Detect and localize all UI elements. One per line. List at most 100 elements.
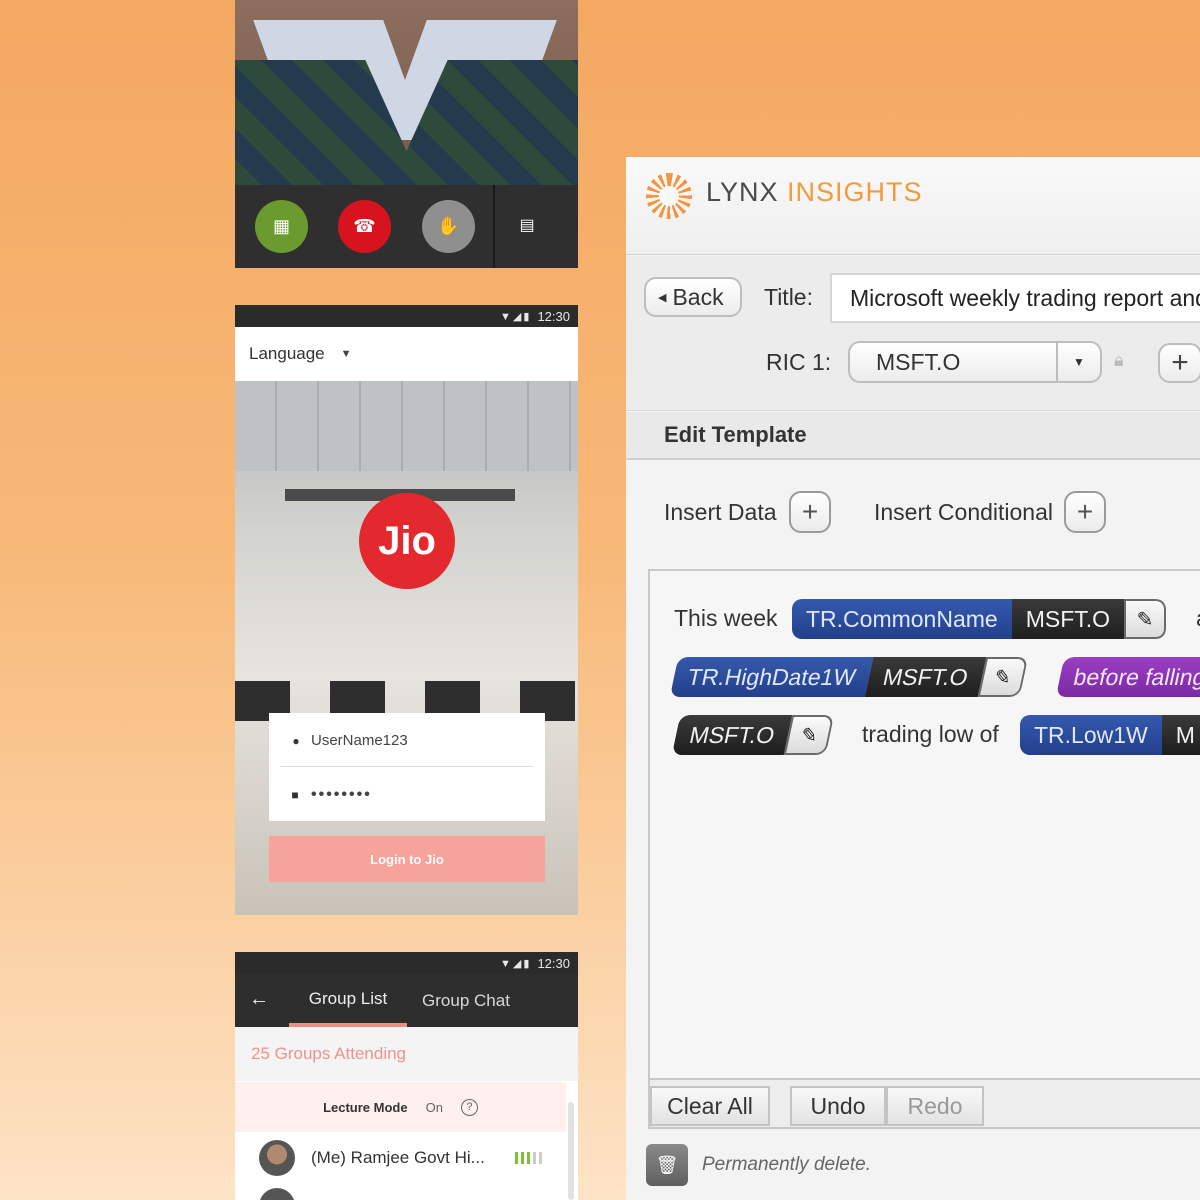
hangup-button[interactable]: ☎ xyxy=(338,200,391,253)
logo-text: Jio xyxy=(378,518,436,563)
editor-footer: Clear All Undo Redo xyxy=(650,1078,1200,1127)
lock-icon[interactable]: 🔒︎ xyxy=(1114,350,1132,372)
avatar xyxy=(259,1188,295,1200)
pencil-icon[interactable]: ✎ xyxy=(784,715,835,755)
user-icon: ● xyxy=(292,733,300,748)
phone-hangup-icon: ☎ xyxy=(353,216,376,236)
status-bar: ▼◢▮ 12:30 xyxy=(235,305,578,327)
app-header: LYNX INSIGHTS xyxy=(626,157,1200,255)
video-call-panel: ▦ ☎ ✋ ▤ xyxy=(235,0,578,268)
login-button[interactable]: Login to Jio xyxy=(269,836,545,882)
title-label: Title: xyxy=(764,284,813,310)
call-controls-bar: ▦ ☎ ✋ ▤ xyxy=(235,185,578,268)
trash-icon[interactable]: 🗑︎ xyxy=(646,1144,688,1186)
jio-logo: Jio xyxy=(359,493,455,589)
redo-button[interactable]: Redo xyxy=(886,1086,984,1126)
conditional-text: before falling xyxy=(1055,657,1200,697)
back-label: Back xyxy=(672,283,724,310)
ric-select[interactable]: MSFT.O ▼ xyxy=(848,341,1102,383)
language-label: Language xyxy=(249,344,325,363)
password-value: •••••••• xyxy=(311,786,372,803)
lecture-mode-label: Lecture Mode xyxy=(323,1099,408,1115)
delete-row: 🗑︎ Permanently delete. xyxy=(646,1143,871,1187)
pencil-icon[interactable]: ✎ xyxy=(1124,599,1167,639)
member-name: (Me) Ramjee Govt Hi... xyxy=(311,1148,485,1167)
app-brand: LYNX INSIGHTS xyxy=(706,177,923,208)
template-text[interactable]: trading low of xyxy=(862,721,999,748)
add-ric-button[interactable]: + xyxy=(1158,343,1200,383)
back-arrow-icon[interactable]: ← xyxy=(249,988,269,1011)
ceiling-graphic xyxy=(235,381,578,471)
tab-group-list[interactable]: Group List xyxy=(289,974,407,1027)
layout-button[interactable]: ▦ xyxy=(255,200,308,253)
insert-data-label: Insert Data xyxy=(664,499,777,525)
raise-hand-icon: ✋ xyxy=(437,216,460,236)
username-field[interactable]: ● UserName123 xyxy=(281,715,533,767)
brand-part-1: LYNX xyxy=(706,177,779,207)
report-toolbar: ◀ Back Title: Microsoft weekly trading r… xyxy=(626,256,1200,411)
clear-all-button[interactable]: Clear All xyxy=(650,1086,770,1126)
dropdown-arrow-icon: ▼ xyxy=(340,348,352,360)
classroom-background xyxy=(235,381,578,915)
raise-hand-button[interactable]: ✋ xyxy=(422,200,475,253)
lynx-insights-app: LYNX INSIGHTS ◀ Back Title: Microsoft we… xyxy=(626,157,1200,1200)
template-text[interactable]: This week xyxy=(674,605,778,632)
template-editor[interactable]: This week TR.CommonName MSFT.O ✎ a TR.Hi… xyxy=(648,569,1200,1129)
data-field-chip[interactable]: TR.HighDate1W MSFT.O ✎ xyxy=(669,657,1029,697)
pencil-icon[interactable]: ✎ xyxy=(977,657,1029,697)
lynx-logo-icon xyxy=(646,173,692,219)
field-ric: MSFT.O xyxy=(671,715,793,755)
chat-button[interactable]: ▤ xyxy=(515,215,539,239)
group-tab-bar: ← Group List Group Chat xyxy=(235,974,578,1027)
tab-group-chat[interactable]: Group Chat xyxy=(407,974,525,1027)
delete-label[interactable]: Permanently delete. xyxy=(702,1154,871,1176)
signal-strength-icon xyxy=(515,1152,542,1164)
conditional-chip[interactable]: before falling xyxy=(1055,657,1200,697)
plus-icon: + xyxy=(1171,346,1189,379)
plus-icon: + xyxy=(801,496,819,527)
insert-data-button[interactable]: + xyxy=(789,491,831,533)
plus-icon: + xyxy=(1076,496,1094,527)
field-name: TR.CommonName xyxy=(792,599,1012,639)
status-time: 12:30 xyxy=(537,308,570,324)
groups-attending-count: 25 Groups Attending xyxy=(235,1027,578,1081)
title-input[interactable]: Microsoft weekly trading report and xyxy=(830,273,1200,323)
undo-button[interactable]: Undo xyxy=(790,1086,886,1126)
ric-chip[interactable]: MSFT.O ✎ xyxy=(671,715,835,755)
data-field-chip[interactable]: TR.CommonName MSFT.O ✎ xyxy=(792,599,1167,639)
lecture-mode-state[interactable]: On xyxy=(426,1100,443,1115)
ric-label: RIC 1: xyxy=(766,349,832,375)
caret-left-icon: ◀ xyxy=(658,291,667,304)
field-name: TR.Low1W xyxy=(1020,715,1162,755)
group-screen: ▼◢▮ 12:30 ← Group List Group Chat 25 Gro… xyxy=(235,952,578,1200)
login-form: ● UserName123 ■ •••••••• xyxy=(269,713,545,821)
help-icon[interactable]: ? xyxy=(460,1098,478,1116)
status-time: 12:30 xyxy=(537,955,570,971)
field-ric: MSFT.O xyxy=(1011,599,1125,639)
field-name: TR.HighDate1W xyxy=(669,657,874,697)
signal-battery-icon: ▼◢▮ xyxy=(500,957,532,970)
grid-layout-icon: ▦ xyxy=(272,216,290,236)
scrollbar[interactable] xyxy=(568,1102,574,1200)
insert-conditional-label: Insert Conditional xyxy=(874,499,1053,525)
field-ric: MSFT.O xyxy=(865,657,987,697)
template-text[interactable]: a xyxy=(1196,605,1200,632)
avatar xyxy=(259,1140,295,1176)
password-field[interactable]: ■ •••••••• xyxy=(281,769,533,821)
field-ric: M xyxy=(1161,715,1200,755)
list-item[interactable]: (Me) Ramjee Govt Hi... xyxy=(235,1132,566,1184)
username-value: UserName123 xyxy=(311,732,408,749)
data-field-chip[interactable]: TR.Low1W M xyxy=(1020,715,1200,755)
insert-conditional-button[interactable]: + xyxy=(1064,491,1106,533)
section-title: Edit Template xyxy=(626,412,1200,460)
language-selector[interactable]: Language ▼ xyxy=(235,327,578,381)
back-button[interactable]: ◀ Back xyxy=(644,277,742,317)
ric-value: MSFT.O xyxy=(876,348,961,375)
lock-icon: ■ xyxy=(291,788,301,802)
chat-bubble-icon: ▤ xyxy=(519,217,535,234)
lecture-mode-row[interactable]: Lecture Mode On ? xyxy=(235,1082,566,1132)
controls-divider xyxy=(493,185,495,268)
brand-part-2: INSIGHTS xyxy=(787,177,923,207)
chevron-down-icon[interactable]: ▼ xyxy=(1056,343,1100,381)
login-screen: ▼◢▮ 12:30 Language ▼ Jio ● UserName123 ■… xyxy=(235,305,578,915)
